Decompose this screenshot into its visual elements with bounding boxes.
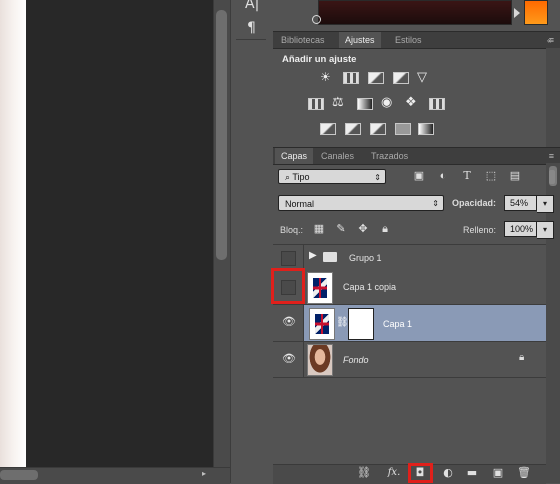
filter-adjustment-icon[interactable]: ◐ (436, 169, 450, 183)
panel-icons-strip (230, 0, 273, 483)
tab-capas[interactable]: Capas (275, 148, 314, 164)
tab-estilos[interactable]: Estilos (389, 32, 428, 48)
group-expand-arrow-icon[interactable]: ▶ (309, 250, 317, 261)
visibility-cell: 👁︎ (273, 305, 304, 341)
vibrance-icon[interactable]: ▽ (417, 69, 427, 85)
filter-type-icon[interactable]: T (460, 169, 474, 183)
new-group-folder-icon[interactable]: ▬ (464, 466, 480, 480)
add-layer-mask-icon[interactable]: ◘ (412, 466, 428, 480)
hue-slider[interactable] (524, 0, 548, 25)
canvas-vertical-scroll-thumb[interactable] (216, 10, 227, 260)
filter-toggle[interactable] (549, 170, 555, 184)
blend-mode-value: Normal (285, 199, 315, 209)
color-lookup-icon[interactable] (429, 98, 445, 110)
lock-position-icon[interactable]: ✥ (356, 222, 370, 236)
canvas-pasteboard (26, 0, 213, 467)
visibility-cell: 👁︎ (273, 342, 304, 377)
tools-divider (236, 39, 266, 40)
visibility-cell (273, 245, 304, 270)
invert-icon[interactable] (320, 123, 336, 135)
black-white-icon[interactable] (357, 98, 373, 110)
fill-input[interactable]: 100% (504, 221, 537, 237)
levels-icon[interactable] (343, 72, 359, 84)
filter-smart-object-icon[interactable]: ▤ (508, 169, 522, 183)
new-layer-icon[interactable]: ▣ (490, 466, 506, 480)
selective-color-icon[interactable] (395, 123, 411, 135)
layer-name[interactable]: Fondo (343, 355, 369, 365)
scroll-right-arrow-icon[interactable]: ▸ (202, 469, 206, 478)
layer-thumbnail[interactable] (309, 308, 335, 340)
hue-saturation-icon[interactable] (308, 98, 324, 110)
lock-all-icon[interactable]: 🔒︎ (378, 222, 392, 236)
color-balance-icon[interactable]: ⚖ (332, 94, 344, 110)
canvas-image[interactable] (0, 0, 26, 467)
character-panel-icon[interactable]: A| (245, 0, 259, 12)
tab-trazados[interactable]: Trazados (365, 148, 414, 164)
visibility-toggle-empty[interactable] (281, 251, 296, 266)
lock-icon: 🔒︎ (519, 352, 525, 363)
exposure-icon[interactable] (393, 72, 409, 84)
eye-icon[interactable]: 👁︎ (282, 352, 296, 365)
tab-bibliotecas[interactable]: Bibliotecas (275, 32, 331, 48)
layer-mask-thumbnail[interactable] (348, 308, 374, 340)
eye-icon[interactable]: 👁︎ (282, 315, 296, 328)
layer-thumbnail[interactable] (307, 272, 333, 304)
color-field[interactable] (318, 0, 512, 25)
new-adjustment-layer-icon[interactable]: ◐ (440, 466, 456, 480)
layer-thumbnail[interactable] (307, 344, 333, 376)
brightness-contrast-icon[interactable]: ☀ (320, 70, 331, 84)
hue-slider-arrow-icon[interactable] (514, 8, 520, 18)
adjustments-scrollbar[interactable] (546, 48, 560, 148)
adjustments-tabbar: Bibliotecas Ajustes Estilos ≡ (273, 31, 560, 49)
lock-transparent-pixels-icon[interactable]: ▦ (312, 222, 326, 236)
color-picker-knob[interactable] (312, 15, 321, 24)
tab-canales[interactable]: Canales (315, 148, 360, 164)
filter-pixel-icon[interactable]: ▣ (412, 169, 426, 183)
link-layers-icon[interactable]: ⛓ (356, 466, 372, 480)
layer-filter-select[interactable]: ⌕ Tipo ⇕ (278, 169, 386, 184)
select-arrows-icon: ⇕ (374, 173, 381, 182)
delete-layer-trash-icon[interactable]: 🗑︎ (516, 466, 532, 480)
gradient-map-icon[interactable] (418, 123, 434, 135)
layer-style-fx-icon[interactable]: fx. (384, 466, 404, 480)
layer-row-capa-1[interactable]: 👁︎ ⛓ Capa 1 (273, 305, 546, 342)
photo-filter-icon[interactable]: ◉ (381, 94, 392, 110)
filter-select-value: Tipo (292, 172, 310, 182)
opacity-label: Opacidad: (452, 198, 497, 208)
opacity-dropdown-arrow-icon[interactable]: ▾ (537, 195, 554, 213)
folder-icon (323, 252, 337, 262)
highlight-box-visibility (271, 268, 305, 304)
threshold-icon[interactable] (370, 123, 386, 135)
tab-ajustes[interactable]: Ajustes (339, 32, 381, 48)
lock-label: Bloq.: (280, 225, 304, 235)
collapse-icon[interactable]: « (547, 36, 551, 45)
blend-mode-select[interactable]: Normal ⇕ (278, 195, 444, 211)
curves-icon[interactable] (368, 72, 384, 84)
layer-name[interactable]: Capa 1 (383, 319, 412, 329)
layer-name[interactable]: Capa 1 copia (343, 282, 396, 292)
adjustments-title: Añadir un ajuste (282, 54, 357, 65)
layer-row-grupo-1[interactable]: ▶ Grupo 1 (273, 244, 546, 271)
layer-name[interactable]: Grupo 1 (349, 253, 382, 263)
filter-shape-icon[interactable]: ⬚ (484, 169, 498, 183)
layer-row-capa-1-copia[interactable]: Capa 1 copia (273, 270, 546, 305)
posterize-icon[interactable] (345, 123, 361, 135)
fill-label: Relleno: (463, 225, 497, 235)
select-arrows-icon: ⇕ (432, 199, 439, 208)
flag-image (313, 278, 327, 298)
layers-tabbar: Capas Canales Trazados ≡ (273, 147, 560, 165)
lock-image-pixels-icon[interactable]: ✎ (334, 222, 348, 236)
layer-row-fondo[interactable]: 👁︎ Fondo 🔒︎ (273, 342, 546, 378)
channel-mixer-icon[interactable]: ❖ (405, 94, 417, 110)
paragraph-panel-icon[interactable]: ¶ (247, 20, 256, 36)
canvas-horizontal-scroll-thumb[interactable] (0, 470, 38, 480)
flag-image (315, 314, 329, 334)
mask-link-icon[interactable]: ⛓ (336, 317, 349, 328)
opacity-input[interactable]: 54% (504, 195, 537, 211)
layers-panel-menu-icon[interactable]: ≡ (549, 151, 554, 161)
fill-dropdown-arrow-icon[interactable]: ▾ (537, 221, 554, 239)
